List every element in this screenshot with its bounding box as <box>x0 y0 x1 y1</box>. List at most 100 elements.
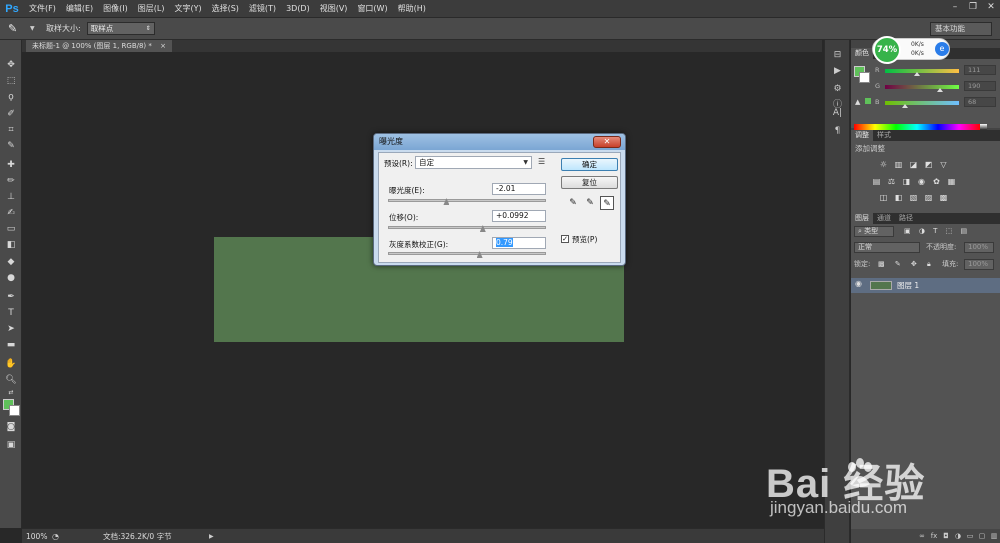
eyedropper-tool-icon[interactable]: ✎ <box>8 21 30 37</box>
gamma-slider-track[interactable] <box>388 252 546 255</box>
preset-select[interactable]: 自定 ▼ <box>415 156 532 169</box>
menu-type[interactable]: 文字(Y) <box>169 0 206 18</box>
marquee-tool-icon[interactable]: ⬚ <box>3 74 19 88</box>
link-layers-icon[interactable]: ∞ <box>916 532 928 540</box>
fill-input[interactable]: 100% <box>964 259 994 270</box>
levels-icon[interactable]: ▥ <box>893 160 904 170</box>
tab-styles[interactable]: 样式 <box>873 130 895 141</box>
trash-icon[interactable]: ▥ <box>988 532 1000 540</box>
swap-colors-icon[interactable]: ⇄ <box>3 386 19 400</box>
eyedropper-tool-icon[interactable]: ✎ <box>3 139 19 153</box>
threshold-icon[interactable]: ▧ <box>908 193 919 203</box>
blue-channel-slider[interactable]: B 68 <box>875 97 996 110</box>
tab-color[interactable]: 颜色 <box>851 48 873 59</box>
pen-tool-icon[interactable]: ✒ <box>3 290 19 304</box>
menu-file[interactable]: 文件(F) <box>24 0 61 18</box>
green-channel-thumb[interactable] <box>937 88 944 92</box>
quick-mask-icon[interactable]: ◙ <box>3 420 19 434</box>
background-color-swatch[interactable] <box>9 405 20 416</box>
hue-saturation-icon[interactable]: ▤ <box>871 177 882 187</box>
menu-layer[interactable]: 图层(L) <box>133 0 170 18</box>
rectangle-tool-icon[interactable]: ▬ <box>3 338 19 352</box>
gray-point-eyedropper-icon[interactable]: ✎ <box>583 196 597 210</box>
visibility-eye-icon[interactable]: ◉ <box>855 279 862 288</box>
paint-bucket-tool-icon[interactable]: ◧ <box>3 238 19 252</box>
path-select-tool-icon[interactable]: ➤ <box>3 322 19 336</box>
curves-icon[interactable]: ◪ <box>908 160 919 170</box>
history-panel-icon[interactable]: ⊟ <box>830 48 845 62</box>
preview-checkbox[interactable]: ✓ <box>561 235 569 243</box>
close-window-button[interactable]: ✕ <box>982 0 1000 15</box>
exposure-slider-track[interactable] <box>388 199 546 202</box>
menu-filter[interactable]: 滤镜(T) <box>244 0 281 18</box>
restore-button[interactable]: ❐ <box>964 0 982 15</box>
layer-mask-icon[interactable]: ◘ <box>940 532 952 540</box>
green-channel-slider[interactable]: G 190 <box>875 81 996 94</box>
document-tab[interactable]: 未标题-1 @ 100% (图层 1, RGB/8) * × <box>26 40 172 52</box>
dialog-titlebar[interactable]: 曝光度 ✕ <box>374 134 625 150</box>
group-folder-icon[interactable]: ▭ <box>964 532 976 540</box>
reset-button[interactable]: 复位 <box>561 176 618 189</box>
filter-icons[interactable]: ▣ ◑ T ⬚ ▤ <box>904 225 970 238</box>
invert-icon[interactable]: ◫ <box>878 193 889 203</box>
sample-size-select[interactable]: 取样点 ⇕ <box>86 22 155 35</box>
dodge-tool-icon[interactable]: ● <box>3 271 19 285</box>
menu-window[interactable]: 窗口(W) <box>352 0 392 18</box>
brightness-contrast-icon[interactable]: ☼ <box>878 160 889 170</box>
color-balance-icon[interactable]: ⚖ <box>886 177 897 187</box>
status-info-icon[interactable]: ◔ <box>52 532 59 541</box>
adjustment-layer-icon[interactable]: ◑ <box>952 532 964 540</box>
properties-panel-icon[interactable]: ⚙ <box>830 82 845 96</box>
zoom-tool-icon[interactable]: 🔍︎ <box>3 373 19 387</box>
menu-edit[interactable]: 编辑(E) <box>61 0 98 18</box>
gradient-map-icon[interactable]: ▨ <box>923 193 934 203</box>
vibrance-icon[interactable]: ▽ <box>938 160 949 170</box>
menu-select[interactable]: 选择(S) <box>207 0 244 18</box>
paragraph-panel-icon[interactable]: ¶ <box>830 124 845 138</box>
selective-color-icon[interactable]: ▩ <box>938 193 949 203</box>
ok-button[interactable]: 确定 <box>561 158 618 171</box>
green-channel-value[interactable]: 190 <box>964 81 996 91</box>
red-channel-value[interactable]: 111 <box>964 65 996 75</box>
tab-layers[interactable]: 图层 <box>851 213 873 224</box>
blue-channel-value[interactable]: 68 <box>964 97 996 107</box>
tab-paths[interactable]: 路径 <box>895 213 917 224</box>
blue-channel-thumb[interactable] <box>901 104 908 108</box>
color-panel-background-swatch[interactable] <box>859 72 870 83</box>
photo-filter-icon[interactable]: ◉ <box>916 177 927 187</box>
menu-help[interactable]: 帮助(H) <box>393 0 431 18</box>
status-menu-arrow-icon[interactable]: ▶ <box>209 533 214 540</box>
zoom-level[interactable]: 100% <box>26 532 52 541</box>
offset-slider-track[interactable] <box>388 226 546 229</box>
screen-mode-icon[interactable]: ▣ <box>3 438 19 452</box>
minimize-button[interactable]: – <box>946 0 964 15</box>
blur-tool-icon[interactable]: ◆ <box>3 255 19 269</box>
hand-tool-icon[interactable]: ✋ <box>3 357 19 371</box>
layer-style-icon[interactable]: fx <box>928 532 940 540</box>
tab-channels[interactable]: 通道 <box>873 213 895 224</box>
exposure-input[interactable]: -2.01 <box>492 183 546 195</box>
type-tool-icon[interactable]: T <box>3 306 19 320</box>
tool-preset-arrow-icon[interactable]: ▼ <box>30 25 38 32</box>
performance-widget[interactable]: 74% 0K/s 0K/s e <box>872 36 950 64</box>
workspace-select[interactable]: 基本功能 <box>930 22 992 36</box>
color-lookup-icon[interactable]: ▦ <box>946 177 957 187</box>
lasso-tool-icon[interactable]: ϙ <box>3 90 19 104</box>
close-tab-icon[interactable]: × <box>160 42 166 50</box>
eraser-tool-icon[interactable]: ▭ <box>3 222 19 236</box>
exposure-icon[interactable]: ◩ <box>923 160 934 170</box>
opacity-input[interactable]: 100% <box>964 242 994 253</box>
character-panel-icon[interactable]: A| <box>830 106 845 120</box>
black-white-icon[interactable]: ◨ <box>901 177 912 187</box>
menu-3d[interactable]: 3D(D) <box>281 0 315 18</box>
posterize-icon[interactable]: ◧ <box>893 193 904 203</box>
clone-stamp-tool-icon[interactable]: ⊥ <box>3 190 19 204</box>
history-brush-tool-icon[interactable]: ✍ <box>3 206 19 220</box>
healing-brush-tool-icon[interactable]: ✚ <box>3 158 19 172</box>
channel-mixer-icon[interactable]: ✿ <box>931 177 942 187</box>
gamma-input[interactable]: 0.79 <box>492 237 546 249</box>
dialog-close-button[interactable]: ✕ <box>593 136 621 148</box>
quick-select-tool-icon[interactable]: ✐ <box>3 107 19 121</box>
menu-view[interactable]: 视图(V) <box>315 0 353 18</box>
lock-icons[interactable]: ▩ ✎ ✥ 🔒︎ <box>878 258 935 271</box>
